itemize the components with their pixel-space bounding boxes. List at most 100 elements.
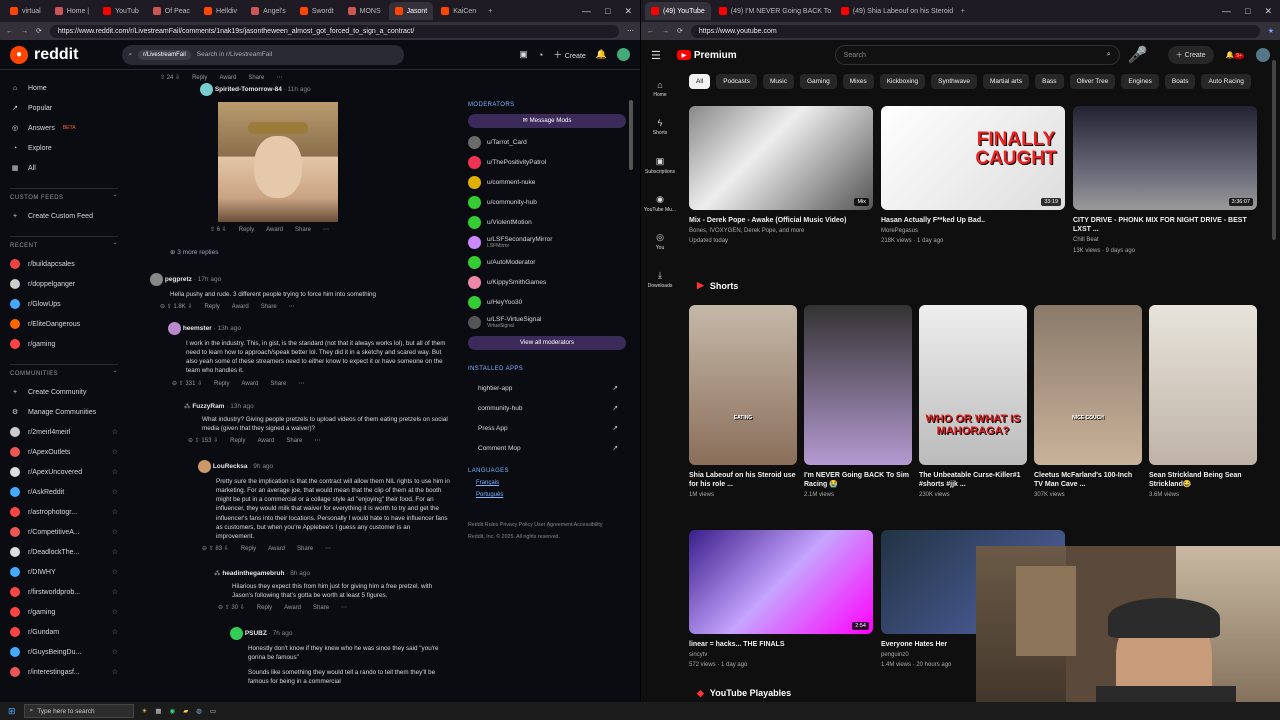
message-mods-button[interactable]: ✉ Message Mods bbox=[468, 114, 626, 128]
moderator-item[interactable]: u/AutoModerator bbox=[468, 252, 626, 272]
filter-chip[interactable]: Bass bbox=[1035, 74, 1064, 89]
reload-icon[interactable]: ⟳ bbox=[36, 27, 42, 35]
browser-tab[interactable]: Of Peac bbox=[147, 2, 196, 20]
steam-icon[interactable]: ◍ bbox=[196, 707, 202, 715]
comment-author[interactable]: PSUBZ bbox=[245, 630, 267, 637]
filter-chip[interactable]: Oliver Tree bbox=[1069, 74, 1116, 89]
sidebar-item-youtube-music[interactable]: ◉ YouTube Mu... bbox=[641, 184, 679, 222]
star-icon[interactable]: ☆ bbox=[112, 648, 118, 656]
browser-tab[interactable]: (49) YouTube bbox=[645, 2, 711, 20]
mic-icon[interactable]: 🎤 bbox=[1128, 45, 1148, 65]
create-button[interactable]: ＋ Create bbox=[553, 48, 586, 61]
award-button[interactable]: Award bbox=[268, 545, 285, 553]
filter-chip[interactable]: Martial arts bbox=[982, 74, 1030, 89]
filter-chip[interactable]: Engines bbox=[1121, 74, 1159, 89]
filter-chip[interactable]: Music bbox=[762, 74, 794, 89]
view-all-mods-button[interactable]: View all moderators bbox=[468, 336, 626, 350]
sidebar-item-downloads[interactable]: ⤓ Downloads bbox=[641, 260, 679, 298]
recent-community[interactable]: r/GlowUps bbox=[10, 294, 118, 314]
award-button[interactable]: Award bbox=[257, 437, 274, 445]
award-button[interactable]: Award bbox=[284, 604, 301, 612]
star-icon[interactable]: ☆ bbox=[112, 628, 118, 636]
share-button[interactable]: Share bbox=[248, 74, 264, 82]
share-button[interactable]: Share bbox=[286, 437, 302, 445]
section-header[interactable]: RECENT ⌃ bbox=[10, 236, 118, 254]
nav-item-popular[interactable]: ↗ Popular bbox=[10, 98, 118, 118]
short-title[interactable]: Shia Labeouf on his Steroid use for his … bbox=[689, 471, 797, 489]
short-card[interactable]: NICE COUCH Cleetus McFarland's 100-Inch T… bbox=[1034, 305, 1142, 500]
star-icon[interactable]: ☆ bbox=[112, 428, 118, 436]
bell-icon[interactable]: 🔔 9+ bbox=[1226, 51, 1244, 59]
nav-item-explore[interactable]: ◔ Explore bbox=[10, 138, 118, 158]
recent-community[interactable]: r/buildapcsales bbox=[10, 254, 118, 274]
moderator-item[interactable]: u/comment-nuke bbox=[468, 172, 626, 192]
community-item[interactable]: r/interestingasf... ☆ bbox=[10, 662, 118, 682]
more-replies-link[interactable]: ⊕ 3 more replies bbox=[170, 248, 218, 257]
new-tab-icon[interactable]: + bbox=[488, 8, 492, 15]
forward-icon[interactable]: → bbox=[21, 28, 28, 35]
star-icon[interactable]: ☆ bbox=[112, 568, 118, 576]
maximize-icon[interactable]: □ bbox=[1245, 6, 1250, 17]
reply-button[interactable]: Reply bbox=[230, 437, 245, 445]
community-item[interactable]: r/2meirl4meirl ☆ bbox=[10, 422, 118, 442]
short-card[interactable]: I'm NEVER Going BACK To Sim Racing 😭 2.1M… bbox=[804, 305, 912, 500]
app-icon[interactable]: ▭ bbox=[210, 707, 216, 715]
avatar[interactable] bbox=[1256, 48, 1270, 62]
create-button[interactable]: ＋ Create bbox=[1167, 46, 1214, 64]
community-item[interactable]: r/AskReddit ☆ bbox=[10, 482, 118, 502]
search-input[interactable]: Search ⌕ bbox=[834, 45, 1120, 65]
nav-item-home[interactable]: ⌂ Home bbox=[10, 78, 118, 98]
footer-links[interactable]: Reddit Rules Privacy Policy User Agreeme… bbox=[468, 522, 626, 528]
comment-author[interactable]: pegpretz bbox=[165, 276, 192, 283]
create-custom-feed[interactable]: + Create Custom Feed bbox=[10, 206, 118, 226]
star-icon[interactable]: ☆ bbox=[112, 448, 118, 456]
minimize-icon[interactable]: — bbox=[582, 6, 591, 17]
comment-author[interactable]: Spirited-Tomorrow-84 bbox=[215, 86, 282, 93]
channel-name[interactable]: sincytv bbox=[689, 651, 873, 659]
comment-author[interactable]: heemster bbox=[183, 325, 212, 332]
short-card[interactable]: WHO OR WHAT IS MAHORAGA? The Unbeatable C… bbox=[919, 305, 1027, 500]
reply-button[interactable]: Reply bbox=[214, 380, 229, 388]
short-card[interactable]: EATING Shia Labeouf on his Steroid use fo… bbox=[689, 305, 797, 500]
short-thumbnail[interactable] bbox=[1149, 305, 1257, 465]
star-icon[interactable]: ☆ bbox=[112, 548, 118, 556]
star-icon[interactable]: ☆ bbox=[112, 528, 118, 536]
short-thumbnail[interactable]: EATING bbox=[689, 305, 797, 465]
browser-tab[interactable]: Jasont bbox=[388, 2, 434, 20]
award-button[interactable]: Award bbox=[219, 74, 236, 82]
scrollbar[interactable] bbox=[1272, 60, 1276, 240]
search-input[interactable]: Search in r/LivestreamFail bbox=[197, 51, 273, 58]
short-card[interactable]: Sean Strickland Being Sean Strickland😂 3.… bbox=[1149, 305, 1257, 500]
scrollbar[interactable] bbox=[629, 100, 633, 170]
chrome-icon[interactable]: ◉ bbox=[170, 707, 176, 715]
reply-button[interactable]: Reply bbox=[192, 74, 207, 82]
windows-start-icon[interactable]: ⊞ bbox=[8, 706, 16, 717]
reply-button[interactable]: Reply bbox=[204, 303, 219, 311]
nav-item-answers[interactable]: ◎ Answers BETA bbox=[10, 118, 118, 138]
reply-button[interactable]: Reply bbox=[239, 226, 254, 234]
short-title[interactable]: I'm NEVER Going BACK To Sim Racing 😭 bbox=[804, 471, 912, 489]
new-tab-icon[interactable]: + bbox=[961, 8, 965, 15]
video-card[interactable]: FINALLY CAUGHT 33:19 Hasan Actually F**ked… bbox=[881, 106, 1065, 246]
upvote-icon[interactable]: ⇧ 24 ⇩ bbox=[160, 74, 180, 82]
browser-tab[interactable]: Angel's bbox=[245, 2, 292, 20]
community-item[interactable]: r/Gundam ☆ bbox=[10, 622, 118, 642]
video-thumbnail[interactable]: FINALLY CAUGHT 33:19 bbox=[881, 106, 1065, 210]
browser-tab[interactable]: virtual bbox=[4, 2, 47, 20]
reload-icon[interactable]: ⟳ bbox=[677, 27, 683, 35]
short-thumbnail[interactable] bbox=[804, 305, 912, 465]
video-title[interactable]: CITY DRIVE - PHONK MIX FOR NIGHT DRIVE -… bbox=[1073, 216, 1257, 234]
menu-icon[interactable]: ☰ bbox=[651, 49, 661, 62]
taskbar-search[interactable]: ⌕ Type here to search bbox=[23, 704, 134, 718]
browser-tab[interactable]: (49) I'M NEVER Going BACK To Si bbox=[713, 2, 833, 20]
community-item[interactable]: r/gaming ☆ bbox=[10, 602, 118, 622]
comment-image[interactable] bbox=[218, 102, 338, 222]
video-title[interactable]: Mix - Derek Pope - Awake (Official Music… bbox=[689, 216, 873, 225]
comment-author[interactable]: LouRecksa bbox=[213, 463, 248, 470]
community-item[interactable]: r/ApexUncovered ☆ bbox=[10, 462, 118, 482]
file-explorer-icon[interactable]: ▰ bbox=[183, 707, 188, 715]
star-icon[interactable]: ☆ bbox=[112, 488, 118, 496]
video-thumbnail[interactable]: 3:36:07 bbox=[1073, 106, 1257, 210]
bell-icon[interactable]: 🔔 bbox=[596, 49, 607, 60]
minimize-icon[interactable]: — bbox=[1222, 6, 1231, 17]
